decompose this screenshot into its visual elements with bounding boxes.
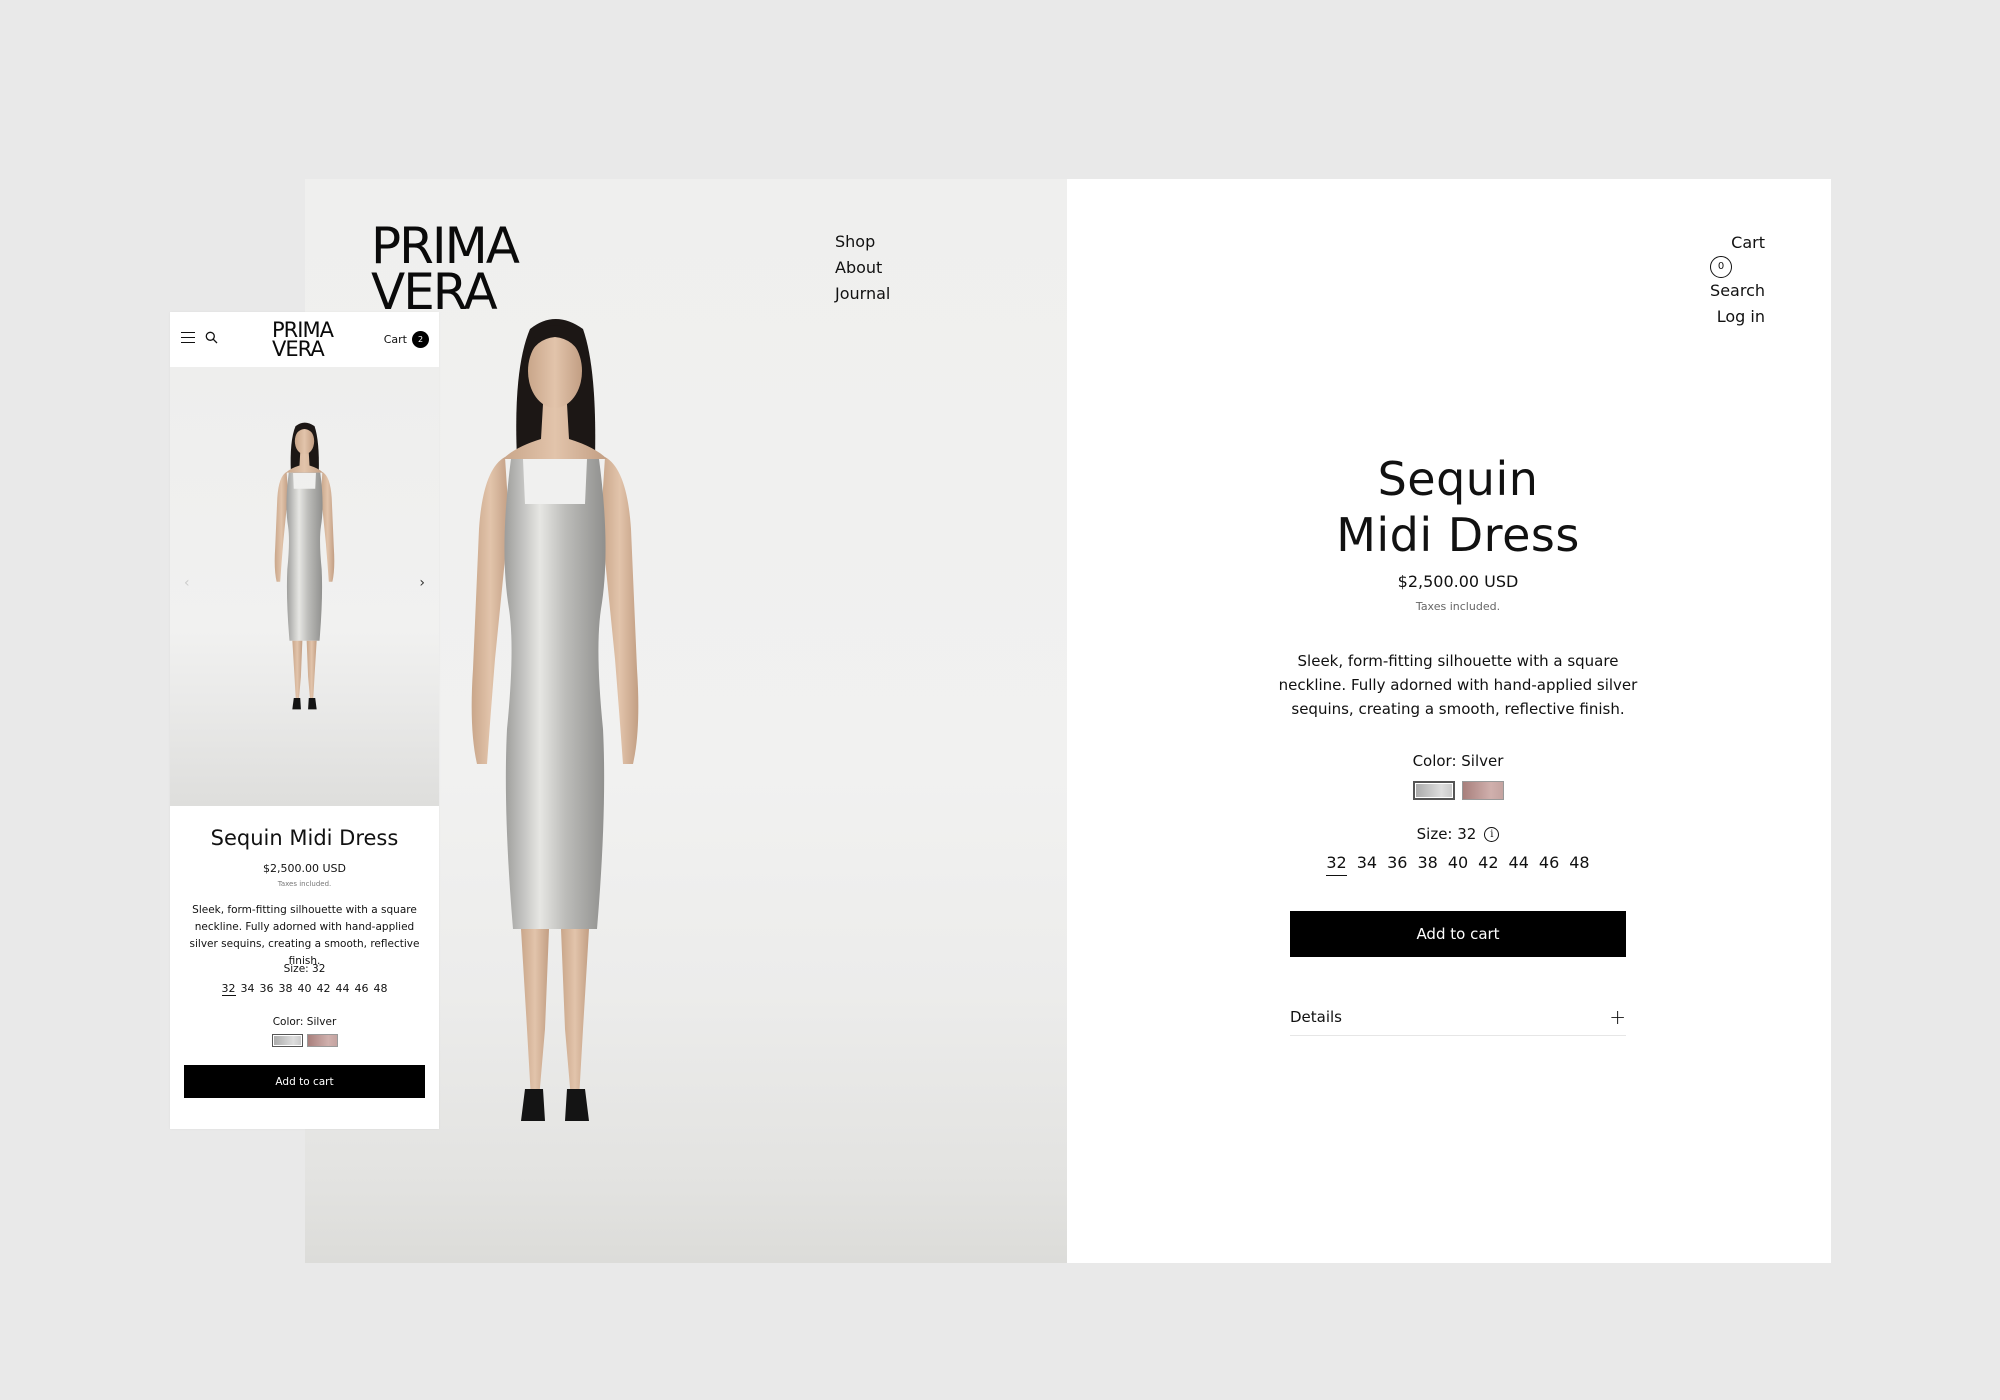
mobile-product-description: Sleek, form-fitting silhouette with a sq…	[189, 904, 420, 967]
color-swatches	[1290, 781, 1626, 800]
cart-count-badge: 0	[1710, 256, 1733, 278]
size-options: 32 34 36 38 40 42 44 46 48	[1290, 853, 1626, 876]
size-option[interactable]: 40	[298, 982, 312, 996]
search-link[interactable]: Search	[1710, 278, 1765, 304]
mobile-cart-count-badge: 2	[412, 331, 429, 348]
size-option[interactable]: 48	[1569, 853, 1589, 876]
product-image-mobile: ‹ ›	[170, 367, 439, 806]
plus-icon: +	[1609, 1004, 1626, 1029]
size-option[interactable]: 42	[317, 982, 331, 996]
mobile-color-label: Color: Silver	[272, 1016, 337, 1028]
mobile-header: PRIMA VERA Cart 2	[170, 312, 439, 367]
color-label: Color: Silver	[1412, 752, 1504, 770]
size-option[interactable]: 38	[279, 982, 293, 996]
tax-note: Taxes included.	[1415, 600, 1501, 613]
brand-logo[interactable]: PRIMA VERA	[371, 221, 520, 317]
swatch-silver[interactable]	[271, 1034, 303, 1047]
login-link[interactable]: Log in	[1710, 304, 1765, 330]
nav-shop[interactable]: Shop	[835, 229, 890, 255]
model-figure-mobile	[274, 422, 335, 710]
hamburger-menu-icon[interactable]	[181, 332, 195, 344]
mobile-size-options: 32 34 36 38 40 42 44 46 48	[170, 982, 439, 996]
size-option[interactable]: 44	[1509, 853, 1529, 876]
size-option[interactable]: 46	[355, 982, 369, 996]
desktop-product-page: PRIMA VERA Shop About Journal Cart 0 Sea…	[305, 179, 1831, 1263]
product-description: Sleek, form-fitting silhouette with a sq…	[1278, 652, 1638, 718]
swatch-rose[interactable]	[1461, 781, 1504, 800]
carousel-prev-arrow-icon[interactable]: ‹	[184, 575, 190, 591]
nav-journal[interactable]: Journal	[835, 281, 890, 307]
details-accordion[interactable]: Details +	[1290, 998, 1626, 1036]
product-info-panel: Cart 0 Search Log in Sequin Midi Dress $…	[1067, 179, 1831, 1263]
swatch-silver[interactable]	[1412, 781, 1455, 800]
size-option[interactable]: 32	[221, 982, 236, 996]
mobile-tax-note: Taxes included.	[277, 880, 332, 888]
swatch-rose[interactable]	[306, 1034, 338, 1047]
size-option[interactable]: 48	[374, 982, 388, 996]
cart-link[interactable]: Cart 0	[1710, 230, 1765, 278]
carousel-next-arrow-icon[interactable]: ›	[419, 575, 425, 591]
mobile-product-price: $2,500.00 USD	[263, 862, 346, 875]
size-option[interactable]: 40	[1448, 853, 1468, 876]
mobile-product-title: Sequin Midi Dress	[210, 826, 399, 850]
nav-about[interactable]: About	[835, 255, 890, 281]
mobile-size-label: Size: 32	[283, 963, 326, 975]
size-option[interactable]: 36	[1387, 853, 1407, 876]
mobile-product-page: PRIMA VERA Cart 2 ‹ › Sequin Midi Dress …	[170, 312, 439, 1129]
size-option[interactable]: 36	[260, 982, 274, 996]
info-icon[interactable]: i	[1484, 826, 1500, 842]
mobile-add-to-cart-button[interactable]: Add to cart	[184, 1065, 425, 1098]
mobile-brand-logo[interactable]: PRIMA VERA	[272, 319, 334, 360]
details-label: Details	[1290, 1007, 1343, 1026]
add-to-cart-button[interactable]: Add to cart	[1290, 911, 1626, 957]
product-price: $2,500.00 USD	[1397, 572, 1519, 591]
product-title: Sequin Midi Dress	[1336, 452, 1580, 562]
size-option[interactable]: 32	[1326, 853, 1347, 876]
model-figure-desktop	[471, 319, 639, 1121]
size-option[interactable]: 34	[241, 982, 255, 996]
size-option[interactable]: 34	[1357, 853, 1377, 876]
size-option[interactable]: 42	[1478, 853, 1498, 876]
size-option[interactable]: 44	[336, 982, 350, 996]
mobile-cart-link[interactable]: Cart 2	[384, 331, 429, 348]
utility-nav: Cart 0 Search Log in	[1710, 230, 1765, 330]
mobile-color-swatches	[170, 1034, 439, 1047]
main-nav: Shop About Journal	[835, 229, 890, 307]
size-label-row: Size: 32 i	[1290, 825, 1626, 843]
search-icon[interactable]	[205, 331, 218, 344]
size-option[interactable]: 46	[1539, 853, 1559, 876]
size-option[interactable]: 38	[1417, 853, 1437, 876]
